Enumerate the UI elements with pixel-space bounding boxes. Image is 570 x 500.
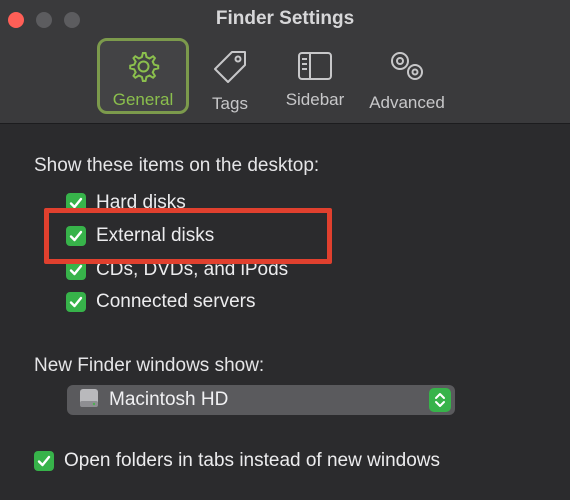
checkmark-icon [69,264,83,276]
finder-settings-window: Finder Settings General Tags Sidebar Adv… [0,0,570,500]
checkbox-label: Connected servers [96,291,256,312]
tag-icon [200,49,260,90]
connected-servers-checkbox-row[interactable]: Connected servers [66,289,255,315]
checkbox-label: Open folders in tabs instead of new wind… [64,450,440,471]
hard-disk-icon [79,387,99,414]
window-title: Finder Settings [215,8,355,29]
new-windows-heading: New Finder windows show: [34,355,265,376]
gear-icon [100,49,186,88]
checkbox[interactable] [34,451,54,471]
open-in-tabs-checkbox-row[interactable]: Open folders in tabs instead of new wind… [34,448,440,474]
desktop-items-heading: Show these items on the desktop: [34,155,320,176]
gears-icon [364,48,450,89]
tab-label: Tags [212,94,248,113]
tab-general[interactable]: General [97,38,189,114]
sidebar-icon [278,51,352,86]
checkmark-icon [69,296,83,308]
tab-advanced[interactable]: Advanced [364,38,450,114]
checkmark-icon [37,455,51,467]
select-value: Macintosh HD [109,389,229,410]
tab-tags[interactable]: Tags [200,38,260,114]
checkbox[interactable] [66,292,86,312]
new-windows-location-select[interactable]: Macintosh HD [67,385,455,415]
tab-sidebar[interactable]: Sidebar [278,38,352,114]
tab-label: Sidebar [285,90,345,109]
tab-label: General [112,90,174,109]
tab-label: Advanced [369,93,445,112]
select-chevrons-icon[interactable] [429,388,451,412]
toolbar: Finder Settings General Tags Sidebar Adv… [0,0,570,124]
annotation-highlight-box [44,208,332,264]
